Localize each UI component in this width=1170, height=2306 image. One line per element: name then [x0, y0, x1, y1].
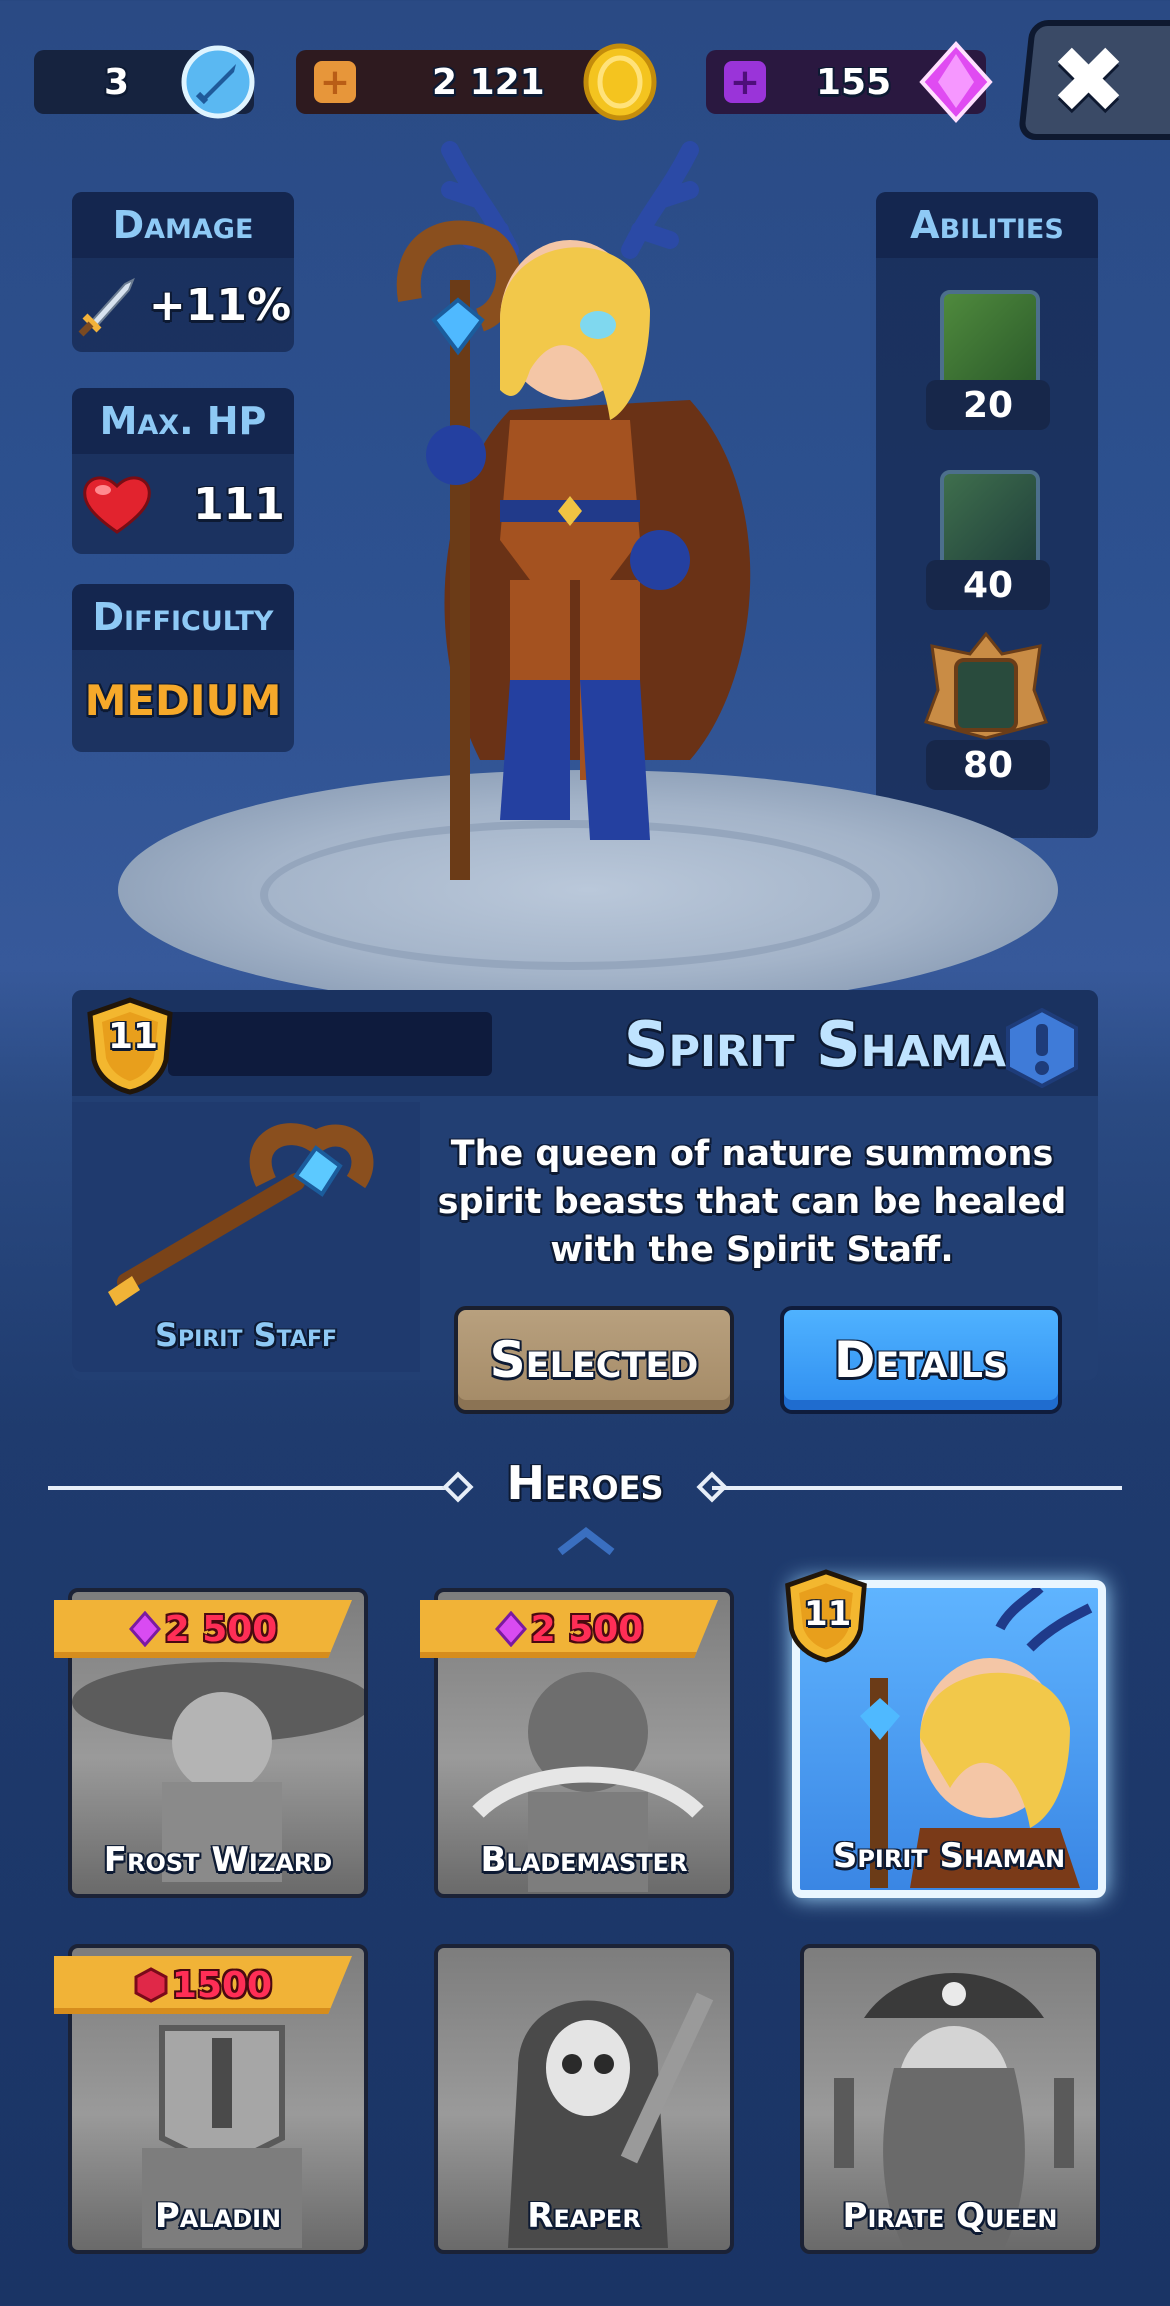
heroes-title: Heroes [506, 1456, 664, 1510]
damage-panel: Damage +11% [72, 192, 294, 352]
weapon-card[interactable]: Spirit Staff [72, 1102, 420, 1372]
max-hp-label: Max. HP [72, 388, 294, 454]
totem-ability-icon[interactable] [916, 630, 1056, 750]
price-tag-paladin: 1500 [54, 1956, 352, 2014]
vine-ability-icon[interactable] [940, 290, 1040, 390]
spirit-shaman-model[interactable] [360, 120, 820, 920]
weapon-name: Spirit Staff [154, 1316, 338, 1354]
coin-counter[interactable]: + 2 121 [296, 43, 657, 121]
difficulty-label: Difficulty [72, 584, 294, 650]
difficulty-panel: Difficulty MEDIUM [72, 584, 294, 752]
gem-icon [128, 1611, 161, 1647]
hero-card-pirate-queen[interactable]: Pirate Queen [800, 1944, 1100, 2254]
heart-icon [83, 476, 151, 534]
hero-card-level: 11 [804, 1594, 852, 1634]
price-tag-frost-wizard: 2 500 [54, 1600, 352, 1658]
gem-counter[interactable]: + 155 [706, 41, 993, 123]
details-button[interactable]: Details [780, 1306, 1062, 1414]
max-hp-panel: Max. HP 111 [72, 388, 294, 554]
selected-button[interactable]: Selected [454, 1306, 734, 1414]
add-gems-button[interactable]: + [724, 61, 766, 103]
close-button[interactable]: ✖ [1017, 20, 1170, 140]
sword-badge-icon [181, 45, 255, 119]
hero-card-name: Paladin [154, 2196, 282, 2236]
info-icon[interactable] [1002, 1008, 1082, 1088]
chevron-up-icon[interactable] [554, 1526, 618, 1556]
price-tag-blademaster: 2 500 [420, 1600, 718, 1658]
difficulty-value: MEDIUM [84, 675, 282, 725]
hero-level: 11 [108, 1016, 159, 1057]
hero-info-panel: 11 Spirit Shaman Spirit Staff The queen … [72, 990, 1098, 1414]
ability-cost-3: 80 [926, 740, 1050, 790]
hero-card-name: Reaper [527, 2196, 641, 2236]
abilities-label: Abilities [876, 192, 1098, 258]
coin-icon [583, 43, 657, 121]
hero-description: The queen of nature summons spirit beast… [437, 1134, 1067, 1270]
divider-left [48, 1486, 458, 1490]
level-progress-bar [168, 1012, 492, 1076]
damage-value: +11% [148, 279, 292, 331]
gem-icon [919, 41, 993, 123]
divider-right [712, 1486, 1122, 1490]
add-coins-button[interactable]: + [314, 61, 356, 103]
hero-card-reaper[interactable]: Reaper [434, 1944, 734, 2254]
hero-card-name: Pirate Queen [842, 2196, 1058, 2236]
ability-cost-2: 40 [926, 560, 1050, 610]
spirit-staff-icon [108, 1123, 374, 1306]
gem-count: 155 [816, 61, 892, 103]
coin-count: 2 121 [432, 61, 545, 103]
ruby-icon [134, 1967, 168, 2003]
grass-ability-icon[interactable] [940, 470, 1040, 570]
close-icon[interactable]: ✖ [1050, 27, 1127, 134]
sword-icon [78, 277, 135, 337]
hero-card-name: Frost Wizard [103, 1840, 333, 1880]
max-hp-value: 111 [193, 478, 285, 530]
hero-card-name: Blademaster [480, 1840, 688, 1880]
hero-header: 11 Spirit Shaman [72, 990, 1098, 1096]
sword-counter: 3 [34, 45, 255, 119]
abilities-panel: Abilities 20 40 80 [876, 192, 1098, 838]
ability-cost-1: 20 [926, 380, 1050, 430]
sword-count: 3 [104, 61, 130, 103]
hero-name: Spirit Shaman [623, 1008, 1042, 1081]
gem-icon [494, 1611, 527, 1647]
hero-card-name: Spirit Shaman [832, 1836, 1066, 1876]
damage-label: Damage [72, 192, 294, 258]
